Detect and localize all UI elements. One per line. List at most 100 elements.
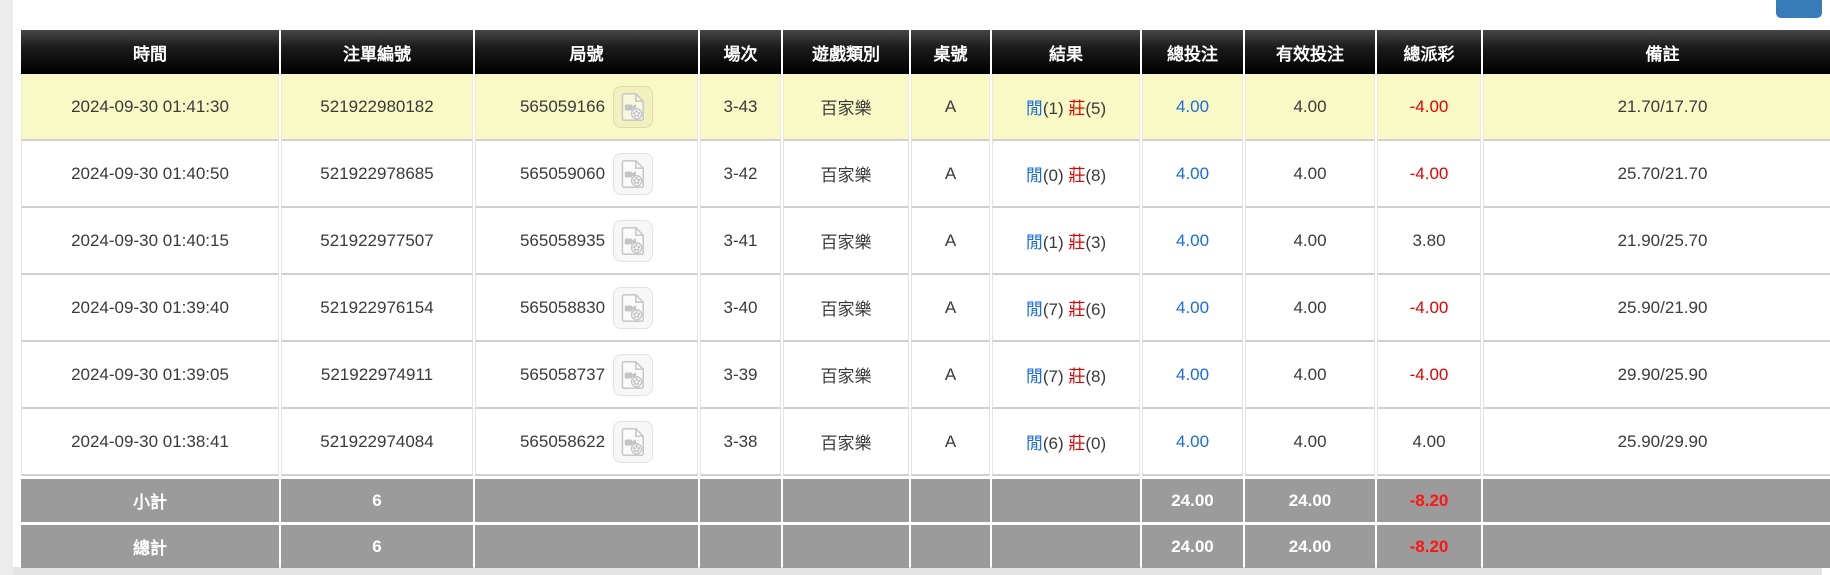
cell-session: 3-42	[700, 141, 781, 208]
cell-session: 3-40	[700, 275, 781, 342]
column-header-valid-bet: 有效投注	[1245, 30, 1375, 74]
table-row: 2024-09-30 01:38:41 521922974084 5650586…	[21, 409, 1830, 476]
cell-time: 2024-09-30 01:39:40	[21, 275, 279, 342]
player-score: (0)	[1043, 166, 1064, 185]
cell-time: 2024-09-30 01:38:41	[21, 409, 279, 476]
player-score: (7)	[1043, 367, 1064, 386]
video-replay-button[interactable]	[613, 354, 653, 396]
cell-total-bet[interactable]: 4.00	[1142, 74, 1243, 141]
cell-game-type: 百家樂	[783, 275, 909, 342]
cell-result: 閒(7) 莊(6)	[992, 275, 1140, 342]
table-row: 2024-09-30 01:40:50 521922978685 5650590…	[21, 141, 1830, 208]
cell-total-payout: 4.00	[1377, 409, 1481, 476]
video-file-icon	[620, 159, 646, 189]
cell-result: 閒(1) 莊(3)	[992, 208, 1140, 275]
video-replay-button[interactable]	[613, 86, 653, 128]
cell-total-bet[interactable]: 4.00	[1142, 409, 1243, 476]
banker-score: (8)	[1085, 166, 1106, 185]
cell-bet-id: 521922976154	[281, 275, 473, 342]
subtotal-empty-cell	[911, 476, 990, 522]
cell-table-no: A	[911, 141, 990, 208]
cell-game-type: 百家樂	[783, 208, 909, 275]
banker-score: (6)	[1085, 300, 1106, 319]
cell-table-no: A	[911, 275, 990, 342]
bet-history-table: 時間 注單編號 局號 場次 遊戲類別 桌號 結果 總投注 有效投注 總派彩 備註…	[19, 30, 1830, 568]
grand-total-empty-cell	[475, 522, 698, 568]
cell-total-bet[interactable]: 4.00	[1142, 208, 1243, 275]
grand-total-valid-bet: 24.00	[1245, 522, 1375, 568]
cell-round-id: 565058830	[475, 275, 698, 342]
player-score: (6)	[1043, 434, 1064, 453]
subtotal-total-bet: 24.00	[1142, 476, 1243, 522]
cell-bet-id: 521922980182	[281, 74, 473, 141]
page-left-gutter	[0, 0, 13, 575]
subtotal-label: 小計	[21, 476, 279, 522]
round-number: 565058622	[520, 432, 605, 451]
grand-total-empty-cell	[992, 522, 1140, 568]
cell-session: 3-43	[700, 74, 781, 141]
cell-total-bet[interactable]: 4.00	[1142, 275, 1243, 342]
player-label: 閒	[1026, 99, 1043, 118]
player-label: 閒	[1026, 300, 1043, 319]
cell-game-type: 百家樂	[783, 409, 909, 476]
video-file-icon	[620, 92, 646, 122]
scroll-to-top-button[interactable]	[1776, 0, 1822, 18]
player-label: 閒	[1026, 166, 1043, 185]
cell-valid-bet: 4.00	[1245, 409, 1375, 476]
cell-valid-bet: 4.00	[1245, 275, 1375, 342]
banker-score: (3)	[1085, 233, 1106, 252]
column-header-total-bet: 總投注	[1142, 30, 1243, 74]
cell-remark: 25.70/21.70	[1483, 141, 1830, 208]
banker-label: 莊	[1068, 233, 1085, 252]
banker-label: 莊	[1068, 434, 1085, 453]
cell-valid-bet: 4.00	[1245, 208, 1375, 275]
subtotal-empty-cell	[783, 476, 909, 522]
video-replay-button[interactable]	[613, 153, 653, 195]
banker-label: 莊	[1068, 367, 1085, 386]
cell-table-no: A	[911, 409, 990, 476]
grand-total-count: 6	[281, 522, 473, 568]
player-label: 閒	[1026, 233, 1043, 252]
cell-round-id: 565058622	[475, 409, 698, 476]
column-header-table-no: 桌號	[911, 30, 990, 74]
cell-bet-id: 521922974084	[281, 409, 473, 476]
banker-label: 莊	[1068, 166, 1085, 185]
cell-valid-bet: 4.00	[1245, 141, 1375, 208]
column-header-game-type: 遊戲類別	[783, 30, 909, 74]
cell-time: 2024-09-30 01:41:30	[21, 74, 279, 141]
subtotal-empty-cell	[1483, 476, 1830, 522]
column-header-total-payout: 總派彩	[1377, 30, 1481, 74]
cell-result: 閒(1) 莊(5)	[992, 74, 1140, 141]
subtotal-row: 小計 6 24.00 24.00 -8.20	[21, 476, 1830, 522]
column-header-remark: 備註	[1483, 30, 1830, 74]
grand-total-total-bet: 24.00	[1142, 522, 1243, 568]
cell-valid-bet: 4.00	[1245, 74, 1375, 141]
cell-round-id: 565058935	[475, 208, 698, 275]
column-header-result: 結果	[992, 30, 1140, 74]
video-replay-button[interactable]	[613, 287, 653, 329]
cell-total-bet[interactable]: 4.00	[1142, 342, 1243, 409]
column-header-bet-id: 注單編號	[281, 30, 473, 74]
cell-table-no: A	[911, 74, 990, 141]
player-label: 閒	[1026, 367, 1043, 386]
cell-result: 閒(7) 莊(8)	[992, 342, 1140, 409]
grand-total-empty-cell	[700, 522, 781, 568]
cell-session: 3-38	[700, 409, 781, 476]
cell-time: 2024-09-30 01:40:15	[21, 208, 279, 275]
banker-score: (5)	[1085, 99, 1106, 118]
subtotal-total-payout: -8.20	[1377, 476, 1481, 522]
cell-bet-id: 521922974911	[281, 342, 473, 409]
table-row: 2024-09-30 01:39:05 521922974911 5650587…	[21, 342, 1830, 409]
column-header-session: 場次	[700, 30, 781, 74]
cell-result: 閒(6) 莊(0)	[992, 409, 1140, 476]
cell-total-payout: 3.80	[1377, 208, 1481, 275]
grand-total-empty-cell	[783, 522, 909, 568]
cell-session: 3-41	[700, 208, 781, 275]
round-number: 565058737	[520, 365, 605, 384]
banker-label: 莊	[1068, 99, 1085, 118]
cell-total-bet[interactable]: 4.00	[1142, 141, 1243, 208]
grand-total-label: 總計	[21, 522, 279, 568]
video-replay-button[interactable]	[613, 220, 653, 262]
subtotal-valid-bet: 24.00	[1245, 476, 1375, 522]
video-replay-button[interactable]	[613, 421, 653, 463]
